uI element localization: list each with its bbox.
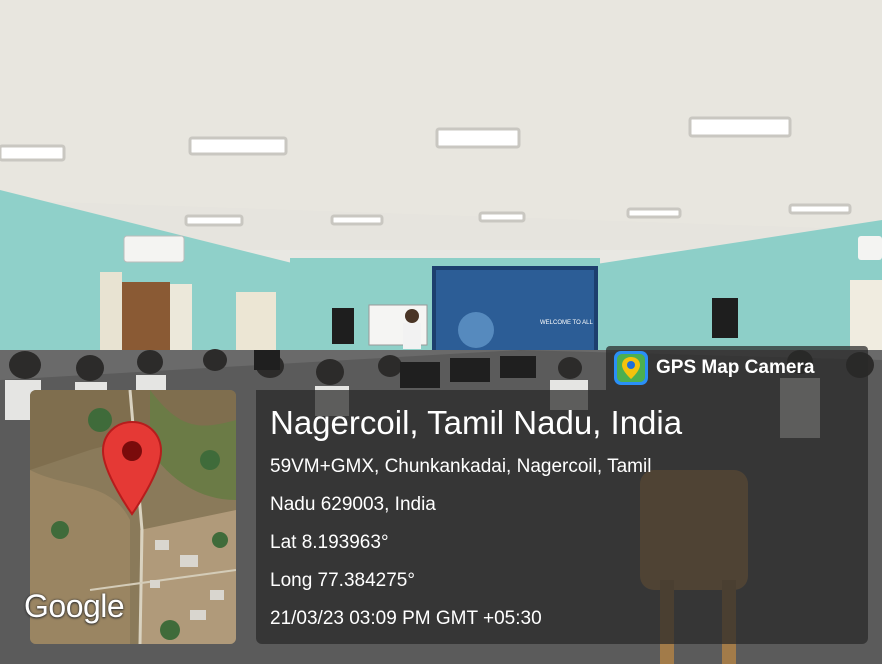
datetime-stamp: 21/03/23 03:09 PM GMT +05:30 <box>270 608 542 629</box>
map-pin-app-icon <box>614 351 648 385</box>
address-line-2: Nadu 629003, India <box>270 494 436 515</box>
app-name: GPS Map Camera <box>656 357 815 378</box>
location-title: Nagercoil, Tamil Nadu, India <box>270 404 683 441</box>
classroom-photo: WELCOME TO ALL GPS Map Camera Google Nag… <box>0 0 882 664</box>
location-pin-icon <box>101 420 163 516</box>
address-line-1: 59VM+GMX, Chunkankadai, Nagercoil, Tamil <box>270 456 652 477</box>
longitude: Long 77.384275° <box>270 570 415 591</box>
projector-screen-text: WELCOME TO ALL <box>540 320 593 326</box>
latitude: Lat 8.193963° <box>270 532 389 553</box>
google-logo: Google <box>24 588 125 624</box>
location-info-panel: Nagercoil, Tamil Nadu, India 59VM+GMX, C… <box>256 390 868 644</box>
gps-map-camera-badge: GPS Map Camera <box>606 346 868 390</box>
